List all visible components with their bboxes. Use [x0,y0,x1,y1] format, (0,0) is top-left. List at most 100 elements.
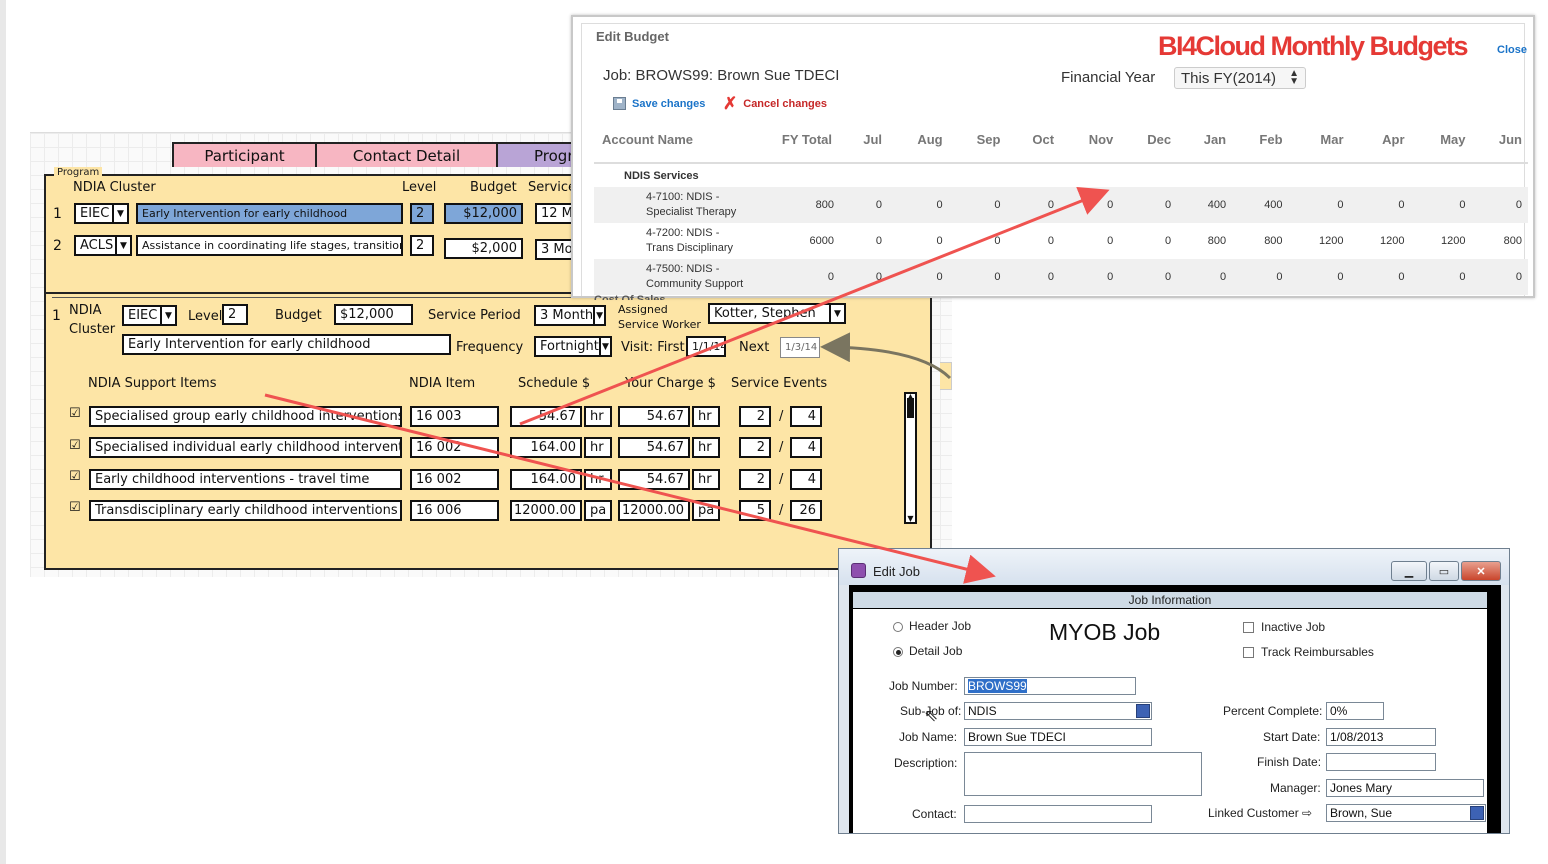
budget-cell[interactable]: 0 [888,259,949,295]
events-done-field[interactable]: 2 [739,437,771,458]
cluster-desc-field[interactable]: Assistance in coordinating life stages, … [136,235,403,256]
budget-cell[interactable]: 800 [1177,223,1232,259]
item-name-field[interactable]: Early childhood interventions - travel t… [89,469,402,490]
budget-cell[interactable]: 0 [1349,187,1411,223]
cluster-service-field[interactable]: 3 Mor [535,239,575,260]
budget-cell[interactable]: 1200 [1289,223,1350,259]
budget-cell[interactable]: 0 [1119,223,1177,259]
item-name-field[interactable]: Transdisciplinary early childhood interv… [89,500,402,521]
budget-cell[interactable]: 0 [840,259,889,295]
events-total-field[interactable]: 4 [790,469,822,490]
budget-cell[interactable]: 0 [840,223,888,259]
budget-cell[interactable]: 0 [949,223,1007,259]
inactive-job-checkbox[interactable] [1243,622,1254,633]
tab-participant[interactable]: Participant [172,142,317,167]
table-row[interactable]: 4-7100: NDIS - Specialist Therapy 800 0 … [594,187,1528,223]
items-scrollbar[interactable]: ▲ ▼ [904,392,917,524]
budget-cell[interactable]: 800 [752,187,840,223]
item-code-field[interactable]: 16 003 [410,406,499,427]
minimize-button[interactable]: ▁ [1391,561,1427,581]
budget-cell[interactable]: 0 [1288,259,1350,295]
visit-first-field[interactable]: 1/1/14 [686,336,726,357]
budget-cell[interactable]: 0 [1006,187,1061,223]
item-checkbox[interactable]: ☑ [69,438,81,453]
budget-cell[interactable]: 0 [1410,187,1472,223]
charge-rate-field[interactable]: 54.67 [618,469,690,490]
track-reimbursables-checkbox[interactable] [1243,647,1254,658]
service-worker-dropdown[interactable]: Kotter, Stephen ▼ [708,303,846,324]
budget-cell[interactable]: 1200 [1411,223,1472,259]
detail-job-radio[interactable] [893,647,903,657]
header-job-radio[interactable] [893,622,903,632]
cluster-service-field[interactable]: 12 Mo [535,203,575,224]
budget-cell[interactable]: 0 [1119,259,1178,295]
events-total-field[interactable]: 4 [790,437,822,458]
list-icon[interactable] [1136,704,1150,718]
subjob-dropdown[interactable]: NDIS [964,702,1152,720]
events-total-field[interactable]: 26 [790,500,822,521]
charge-rate-field[interactable]: 12000.00 [618,500,690,521]
budget-cell[interactable]: 0 [1060,223,1119,259]
schedule-rate-field[interactable]: 164.00 [510,469,582,490]
cluster-code-dropdown[interactable]: EIEC ▼ [74,203,129,224]
close-link[interactable]: Close [1497,44,1527,56]
cluster-budget-field[interactable]: $12,000 [444,203,523,224]
save-changes-button[interactable]: Save changes [613,97,705,110]
detail-cluster-desc-field[interactable]: Early Intervention for early childhood [122,334,451,355]
schedule-unit-field[interactable]: hr [584,437,612,458]
cluster-level-field[interactable]: 2 [410,203,434,224]
budget-cell[interactable]: 0 [948,259,1007,295]
budget-cell[interactable]: 0 [888,223,949,259]
events-total-field[interactable]: 4 [790,406,822,427]
events-done-field[interactable]: 2 [739,469,771,490]
table-row[interactable]: 4-7200: NDIS - Trans Disciplinary 6000 0… [594,223,1528,259]
charge-rate-field[interactable]: 54.67 [618,406,690,427]
schedule-unit-field[interactable]: hr [584,469,612,490]
budget-cell[interactable]: 0 [1349,259,1411,295]
events-done-field[interactable]: 5 [739,500,771,521]
tab-contact-detail[interactable]: Contact Detail [315,142,498,167]
scrollbar-thumb[interactable] [907,398,914,418]
cluster-code-dropdown[interactable]: ACLS ▼ [74,235,132,256]
scroll-down-icon[interactable]: ▼ [906,515,915,523]
job-number-field[interactable]: BROWS99 [964,677,1136,695]
budget-cell[interactable]: 0 [1177,259,1233,295]
cluster-level-field[interactable]: 2 [410,235,434,256]
budget-cell[interactable]: 0 [1471,187,1528,223]
budget-cell[interactable]: 800 [1472,223,1529,259]
events-done-field[interactable]: 2 [739,406,771,427]
charge-unit-field[interactable]: hr [692,469,720,490]
schedule-unit-field[interactable]: hr [584,406,612,427]
cluster-desc-field[interactable]: Early Intervention for early childhood [136,203,403,224]
item-name-field[interactable]: Specialised individual early childhood i… [89,437,402,458]
budget-cell[interactable]: 0 [752,259,840,295]
budget-cell[interactable]: 0 [1471,259,1528,295]
budget-cell[interactable]: 0 [948,187,1007,223]
charge-rate-field[interactable]: 54.67 [618,437,690,458]
charge-unit-field[interactable]: hr [692,437,720,458]
description-field[interactable] [964,752,1202,796]
detail-cluster-dropdown[interactable]: EIEC ▼ [122,305,177,326]
start-date-field[interactable]: 1/08/2013 [1326,728,1436,746]
cluster-budget-field[interactable]: $2,000 [444,238,523,259]
item-code-field[interactable]: 16 006 [410,500,499,521]
list-icon[interactable] [1470,806,1484,820]
budget-cell[interactable]: 0 [888,187,949,223]
schedule-rate-field[interactable]: 164.00 [510,437,582,458]
frequency-dropdown[interactable]: Fortnight ▼ [534,336,612,357]
budget-cell[interactable]: 0 [1006,259,1061,295]
budget-cell[interactable]: 0 [1119,187,1178,223]
item-checkbox[interactable]: ☑ [69,469,81,484]
cancel-changes-button[interactable]: ✗ Cancel changes [723,95,827,112]
percent-complete-field[interactable]: 0% [1326,702,1384,720]
budget-cell[interactable]: 400 [1177,187,1233,223]
detail-budget-field[interactable]: $12,000 [334,304,413,325]
budget-cell[interactable]: 0 [1060,259,1120,295]
budget-cell[interactable]: 0 [1060,187,1120,223]
item-code-field[interactable]: 16 002 [410,437,499,458]
table-row[interactable]: 4-7500: NDIS - Community Support 0 0 0 0… [594,259,1528,295]
financial-year-select[interactable]: This FY(2014) ▲ ▼ [1174,67,1306,89]
budget-cell[interactable]: 0 [1232,259,1289,295]
job-name-field[interactable]: Brown Sue TDECI [964,728,1152,746]
budget-cell[interactable]: 0 [1006,223,1060,259]
